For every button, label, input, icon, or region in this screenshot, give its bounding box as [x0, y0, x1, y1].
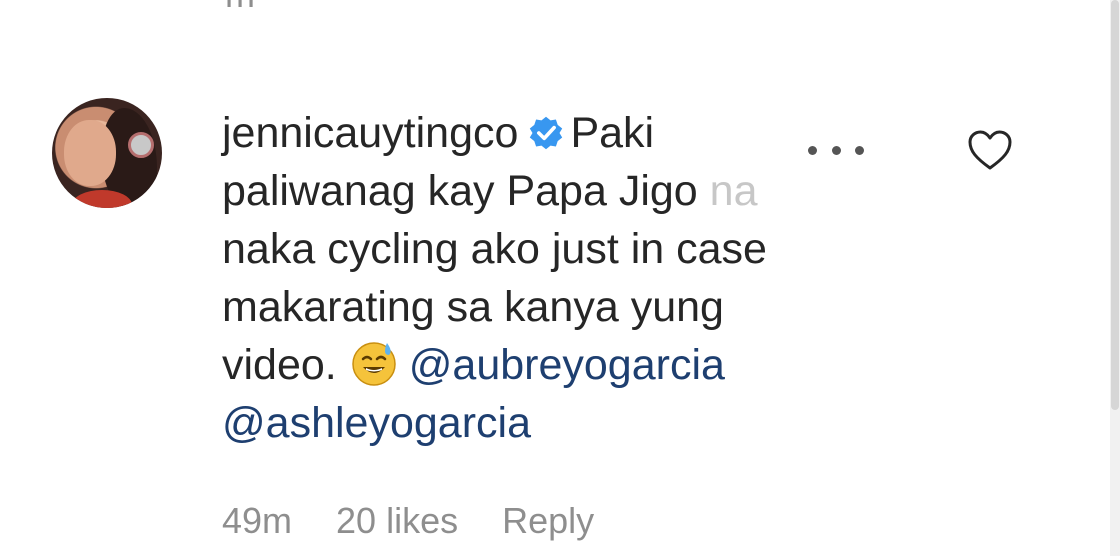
more-options-button[interactable] — [808, 132, 864, 168]
avatar[interactable] — [52, 98, 162, 208]
avatar-face — [64, 120, 116, 186]
comment-meta: 49m 20 likes Reply — [222, 500, 594, 542]
comment-time: 49m — [222, 500, 293, 541]
sweat-smile-emoji — [352, 342, 396, 386]
scrollbar[interactable] — [1110, 0, 1120, 556]
mention-ashleyogarcia[interactable]: @ashleyogarcia — [222, 399, 531, 447]
comment-text-line3: naka cycling ako just in case — [222, 225, 767, 273]
more-options-dot — [855, 145, 864, 155]
reply-button[interactable]: Reply — [502, 500, 594, 542]
more-options-icon — [808, 145, 817, 155]
comment-text-line4: makarating sa kanya yung — [222, 283, 724, 331]
scrollbar-thumb[interactable] — [1111, 0, 1119, 410]
comment-likes[interactable]: 20 likes — [336, 500, 458, 542]
comment-text-line2: paliwanag kay Papa Jigo — [222, 167, 710, 215]
comment: jennicauytingco Paki paliwanag kay Papa … — [0, 0, 1100, 556]
comment-body: jennicauytingco Paki paliwanag kay Papa … — [222, 104, 842, 452]
comment-username[interactable]: jennicauytingco — [222, 109, 518, 157]
page: m jennicauytingco Paki paliwanag kay Pap… — [0, 0, 1120, 556]
more-options-dot — [831, 145, 841, 155]
verified-badge-icon — [530, 116, 563, 150]
comment-text-line2-faded: na — [709, 167, 758, 215]
comment-text-line1: Paki — [570, 109, 655, 157]
avatar-badge — [128, 132, 154, 158]
heart-icon[interactable] — [966, 128, 1014, 172]
mention-aubreyogarcia[interactable]: @aubreyogarcia — [409, 341, 725, 389]
comment-text-line5: video. — [222, 341, 337, 389]
